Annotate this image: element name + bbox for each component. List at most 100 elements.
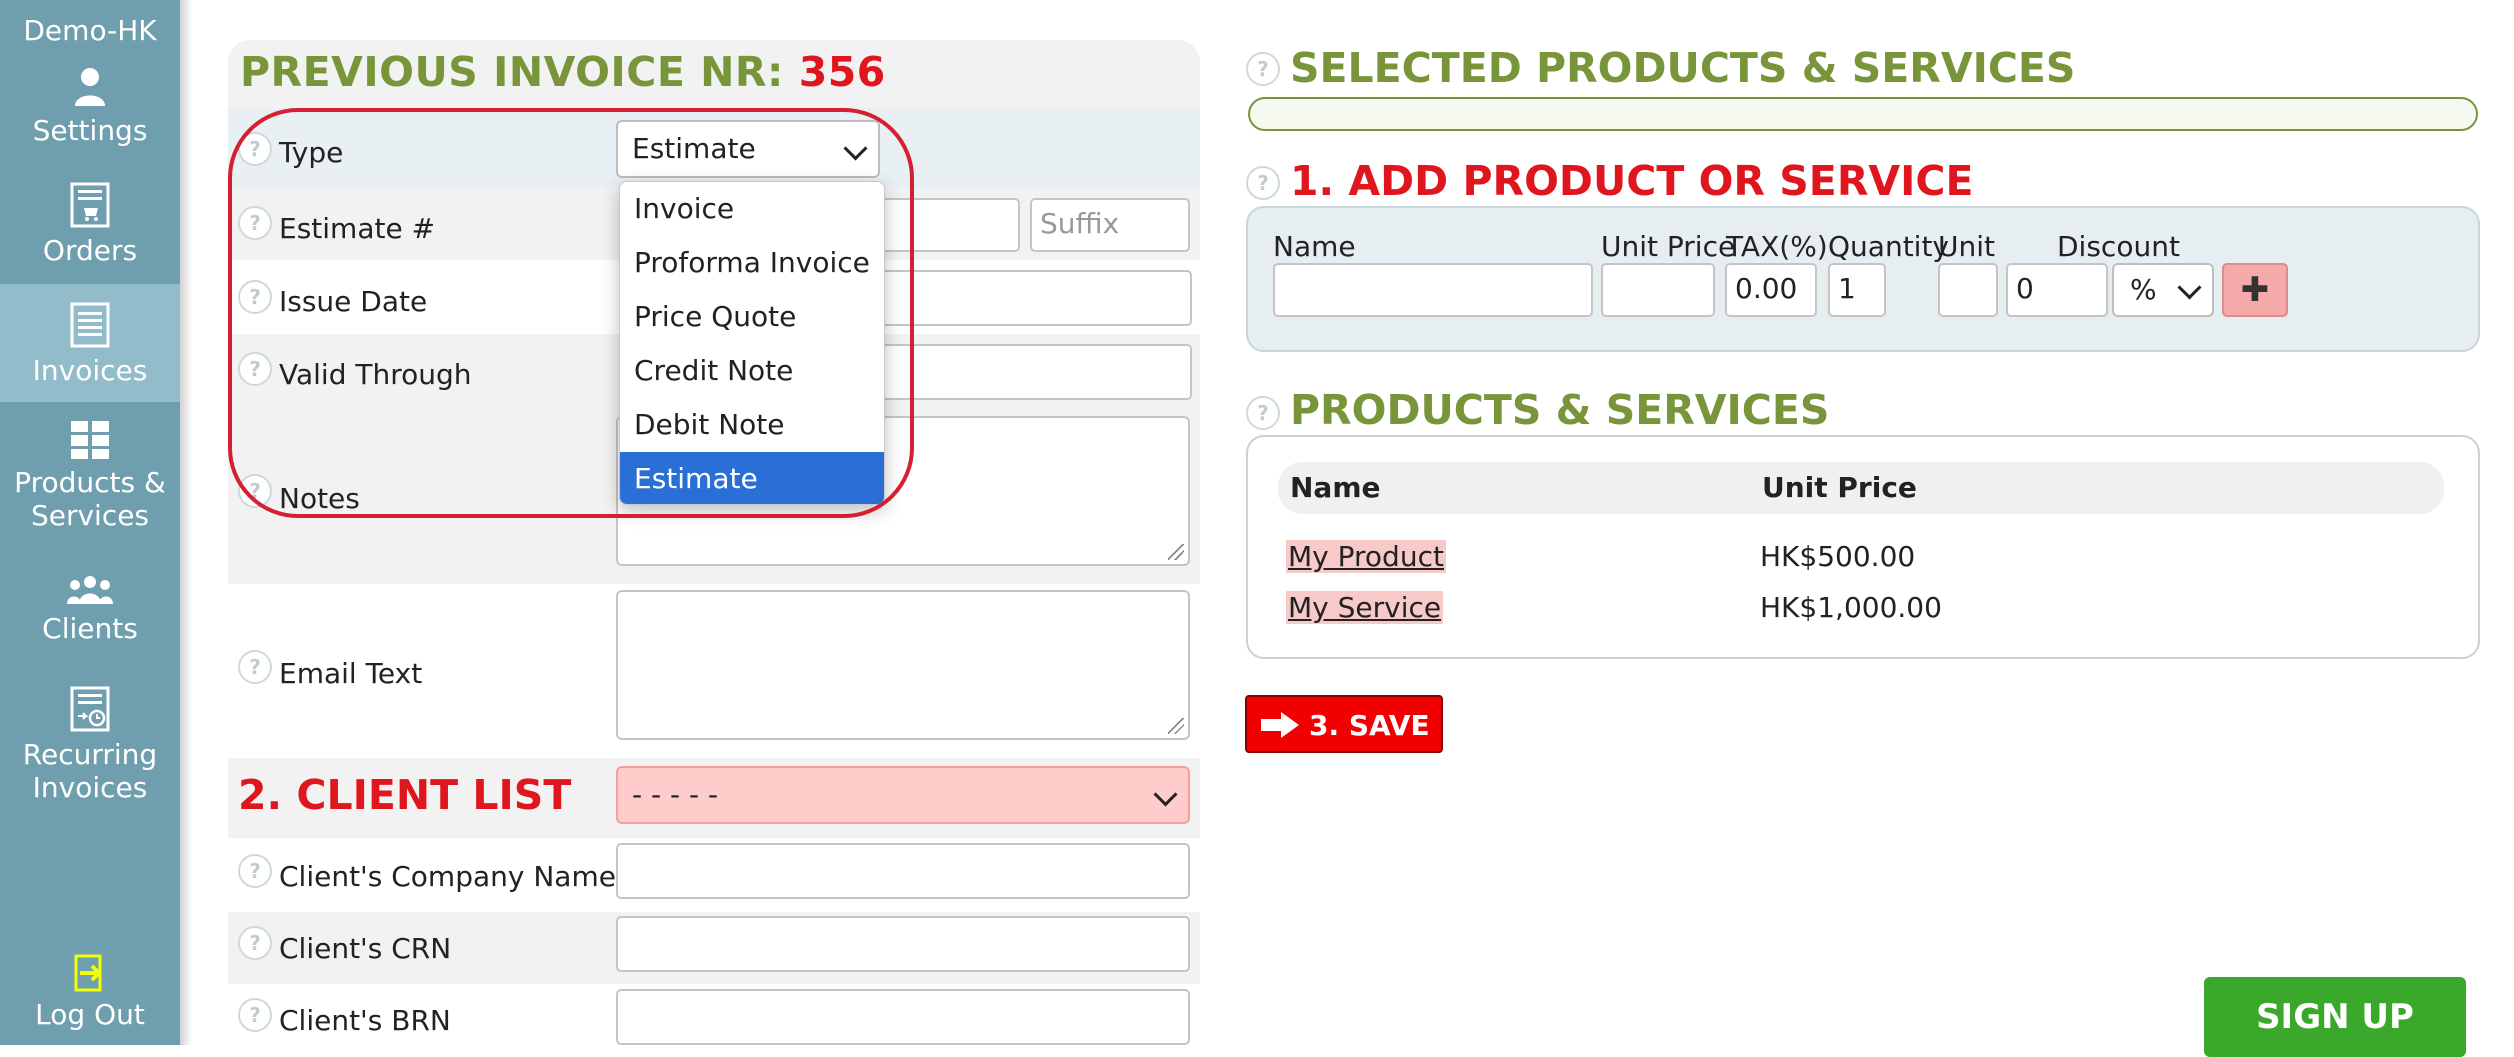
sidebar-item-logout[interactable]: Log Out [0, 954, 180, 1031]
email-text-label: Email Text [279, 657, 423, 690]
type-dropdown-list: Invoice Proforma Invoice Price Quote Cre… [619, 181, 885, 505]
product-price: HK$1,000.00 [1760, 591, 1942, 624]
help-icon[interactable]: ? [238, 650, 272, 684]
type-label: Type [279, 136, 344, 169]
client-company-input[interactable] [616, 843, 1190, 899]
sidebar-item-settings[interactable]: Settings [0, 66, 180, 147]
dropdown-option-credit-note[interactable]: Credit Note [620, 344, 884, 398]
arrow-right-icon [1261, 712, 1299, 738]
logout-icon [74, 954, 102, 992]
sidebar-item-label: Orders [42, 234, 138, 267]
help-icon[interactable]: ? [238, 280, 272, 314]
help-icon[interactable]: ? [238, 474, 272, 508]
client-select[interactable]: - - - - - [616, 766, 1190, 824]
valid-through-input[interactable] [880, 344, 1192, 400]
discount-type-select[interactable]: % [2112, 263, 2214, 317]
user-icon [75, 68, 105, 106]
invoice-icon [70, 302, 110, 348]
client-company-label: Client's Company Name [279, 860, 616, 893]
col-label-tax: TAX(%) [1726, 230, 1828, 263]
sidebar-item-invoices[interactable]: Invoices [0, 284, 180, 402]
col-label-discount: Discount [2057, 230, 2180, 263]
chevron-down-icon [843, 136, 868, 161]
header-name: Name [1290, 471, 1381, 504]
plus-icon: ✚ [2240, 270, 2270, 310]
help-icon[interactable]: ? [238, 926, 272, 960]
discount-type-value: % [2130, 273, 2157, 306]
add-product-button[interactable]: ✚ [2222, 263, 2288, 317]
previous-invoice-title: PREVIOUS INVOICE NR: 356 [240, 48, 886, 96]
sidebar-item-orders[interactable]: Orders [0, 182, 180, 267]
discount-value: 0 [2016, 272, 2034, 305]
chevron-down-icon [1153, 782, 1178, 807]
chevron-down-icon [2177, 275, 2202, 300]
estimate-number-label: Estimate # [279, 212, 436, 245]
help-icon[interactable]: ? [238, 352, 272, 386]
selected-products-title: SELECTED PRODUCTS & SERVICES [1290, 44, 2076, 92]
sidebar-item-label: Settings [32, 114, 148, 147]
quantity-input[interactable]: 1 [1828, 263, 1886, 317]
dropdown-option-debit-note[interactable]: Debit Note [620, 398, 884, 452]
unit-price-input[interactable] [1601, 263, 1715, 317]
issue-date-input[interactable] [880, 270, 1192, 326]
product-link-my-product[interactable]: My Product [1286, 540, 1446, 573]
sidebar-item-label-line1: Recurring [22, 738, 158, 771]
suffix-placeholder: Suffix [1040, 207, 1120, 240]
help-icon[interactable]: ? [238, 854, 272, 888]
sidebar-item-label-line1: Products & [14, 466, 166, 499]
help-icon[interactable]: ? [238, 998, 272, 1032]
discount-input[interactable]: 0 [2006, 263, 2108, 317]
header-unit-price: Unit Price [1762, 471, 1917, 504]
type-select[interactable]: Estimate [616, 120, 880, 178]
sidebar-item-recurring-invoices[interactable]: Recurring Invoices [0, 686, 180, 804]
orders-icon [70, 182, 110, 228]
help-icon[interactable]: ? [1246, 166, 1280, 200]
client-brn-label: Client's BRN [279, 1004, 451, 1037]
notes-label: Notes [279, 482, 360, 515]
suffix-input[interactable]: Suffix [1030, 198, 1190, 252]
col-label-quantity: Quantity [1828, 230, 1949, 263]
estimate-number-input[interactable] [880, 198, 1020, 252]
save-label: 3. SAVE [1309, 709, 1430, 742]
brand-name: Demo-HK [23, 14, 157, 47]
quantity-value: 1 [1838, 272, 1856, 305]
client-crn-input[interactable] [616, 916, 1190, 972]
sidebar-shadow [180, 0, 192, 1045]
save-button[interactable]: 3. SAVE [1245, 695, 1443, 753]
product-name-input[interactable] [1273, 263, 1593, 317]
email-text-textarea[interactable] [616, 590, 1190, 740]
col-label-unit: Unit [1938, 230, 1995, 263]
resize-grip-icon[interactable] [1168, 718, 1184, 734]
recurring-icon [70, 686, 110, 732]
product-link-my-service[interactable]: My Service [1286, 591, 1444, 624]
help-icon[interactable]: ? [1246, 396, 1280, 430]
signup-button[interactable]: SIGN UP [2204, 977, 2466, 1057]
client-brn-input[interactable] [616, 989, 1190, 1045]
add-product-title: 1. ADD PRODUCT OR SERVICE [1290, 157, 1974, 205]
tax-input[interactable]: 0.00 [1725, 263, 1817, 317]
sidebar-item-label-line2: Services [30, 499, 150, 532]
sidebar-item-label-line2: Invoices [32, 771, 148, 804]
title-prefix: PREVIOUS INVOICE NR: [240, 48, 784, 96]
invoice-number: 356 [798, 48, 886, 96]
products-services-title: PRODUCTS & SERVICES [1290, 386, 1830, 434]
sidebar-item-label: Log Out [35, 998, 145, 1031]
help-icon[interactable]: ? [238, 206, 272, 240]
selected-products-bar [1248, 97, 2478, 131]
dropdown-option-estimate[interactable]: Estimate [620, 452, 884, 504]
col-label-unit-price: Unit Price [1601, 230, 1736, 263]
dropdown-option-proforma-invoice[interactable]: Proforma Invoice [620, 236, 884, 290]
sidebar-item-label: Invoices [32, 354, 148, 387]
sidebar-item-products-services[interactable]: Products & Services [0, 420, 180, 532]
resize-grip-icon[interactable] [1168, 544, 1184, 560]
help-icon[interactable]: ? [1246, 52, 1280, 86]
help-icon[interactable]: ? [238, 132, 272, 166]
product-price: HK$500.00 [1760, 540, 1916, 573]
unit-input[interactable] [1938, 263, 1998, 317]
clients-icon [67, 576, 113, 604]
dropdown-option-invoice[interactable]: Invoice [620, 182, 884, 236]
sidebar-item-clients[interactable]: Clients [0, 574, 180, 645]
dropdown-option-price-quote[interactable]: Price Quote [620, 290, 884, 344]
client-crn-label: Client's CRN [279, 932, 452, 965]
tax-value: 0.00 [1735, 272, 1798, 305]
